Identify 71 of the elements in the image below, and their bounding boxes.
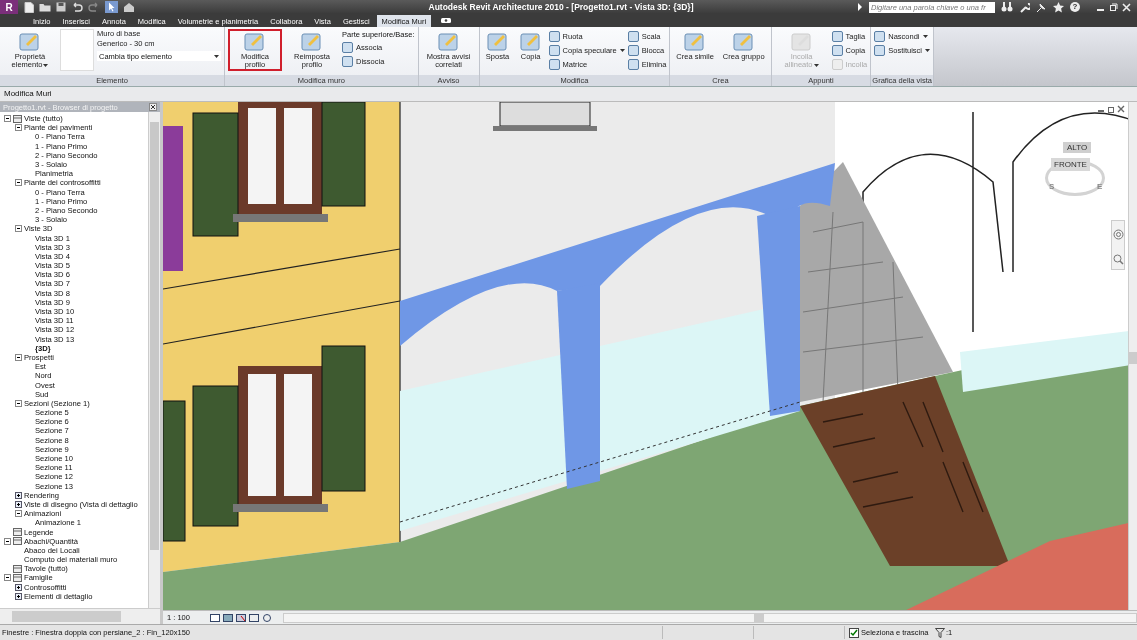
pointer-icon[interactable] — [105, 1, 118, 13]
help-button[interactable]: ? — [1070, 2, 1080, 12]
tree-toggle-icon[interactable] — [15, 491, 22, 499]
expand-arrow-icon[interactable] — [857, 3, 863, 11]
tree-toggle-icon[interactable] — [15, 399, 22, 407]
visual-style-icon[interactable] — [223, 613, 233, 622]
tool-icon — [627, 30, 639, 42]
compass-label: S — [1049, 182, 1055, 191]
tool-icon — [874, 30, 886, 42]
hide-icon[interactable] — [262, 613, 272, 622]
close-icon[interactable] — [1117, 105, 1125, 113]
tool-icon — [548, 58, 560, 70]
caret-icon — [214, 54, 219, 58]
save-icon[interactable] — [56, 2, 66, 12]
steering-wheel-icon[interactable] — [1112, 229, 1124, 240]
tool-icon — [627, 44, 639, 56]
tree-toggle-icon[interactable] — [15, 510, 22, 518]
detail-level-icon[interactable] — [210, 613, 220, 622]
tree-toggle-icon[interactable] — [15, 592, 22, 600]
tool-icon — [18, 31, 42, 53]
tree-toggle-icon[interactable] — [15, 225, 22, 233]
zoom-icon[interactable] — [1112, 254, 1124, 265]
tool-icon — [627, 58, 639, 70]
tree-toggle-icon[interactable] — [4, 115, 11, 123]
tree-toggle-icon[interactable] — [15, 179, 22, 187]
vertical-scrollbar[interactable] — [1128, 102, 1137, 611]
camera-icon[interactable] — [441, 17, 452, 24]
tool-icon — [518, 31, 543, 53]
restore-icon[interactable] — [1107, 105, 1115, 113]
horizontal-scrollbar[interactable] — [0, 608, 160, 624]
vertical-scrollbar[interactable] — [148, 112, 160, 608]
tree-toggle-icon[interactable] — [15, 583, 22, 591]
tool-icon — [342, 41, 353, 53]
cube-front-label: FRONTE — [1051, 158, 1090, 171]
tool-icon — [485, 31, 510, 53]
compass-label: E — [1097, 182, 1103, 191]
crop-icon[interactable] — [249, 613, 259, 622]
tree-toggle-icon[interactable] — [15, 353, 22, 361]
tool-icon — [300, 31, 324, 53]
tool-icon — [548, 44, 560, 56]
close-icon[interactable] — [149, 103, 157, 111]
redo-icon[interactable] — [88, 2, 100, 12]
binoculars-icon[interactable] — [1001, 2, 1013, 12]
new-file-icon[interactable] — [24, 1, 34, 13]
restore-icon[interactable] — [1109, 2, 1118, 12]
window-title: Autodesk Revit Architecture 2010 - [Progetto1.rvt - Vista 3D: {3D}] — [427, 2, 695, 12]
tool-icon — [831, 44, 843, 56]
star-icon[interactable] — [1053, 1, 1064, 13]
undo-icon[interactable] — [71, 2, 83, 12]
filter-icon[interactable] — [935, 627, 945, 638]
application-menu-button[interactable]: R — [0, 0, 18, 14]
horizontal-scrollbar[interactable] — [283, 612, 1137, 623]
tree-toggle-icon[interactable] — [4, 537, 11, 545]
tool-icon — [243, 31, 267, 53]
tree-toggle-icon[interactable] — [15, 500, 22, 508]
tool-icon — [874, 44, 886, 56]
tree-toggle-icon[interactable] — [4, 574, 11, 582]
check-icon — [850, 628, 858, 637]
tool-icon — [436, 31, 461, 53]
tool-icon — [731, 31, 756, 53]
tool-icon — [548, 30, 560, 42]
cube-top-label: ALTO — [1063, 142, 1092, 153]
tool-icon — [342, 55, 353, 67]
tree-toggle-icon[interactable] — [15, 124, 22, 132]
options-bar-label: Modifica Muri — [4, 89, 52, 98]
shadows-icon[interactable] — [236, 613, 246, 622]
tool-icon — [831, 58, 843, 70]
house-icon[interactable] — [123, 2, 135, 12]
tool-icon — [789, 31, 814, 53]
tool-icon — [831, 30, 843, 42]
type-preview — [60, 29, 94, 71]
